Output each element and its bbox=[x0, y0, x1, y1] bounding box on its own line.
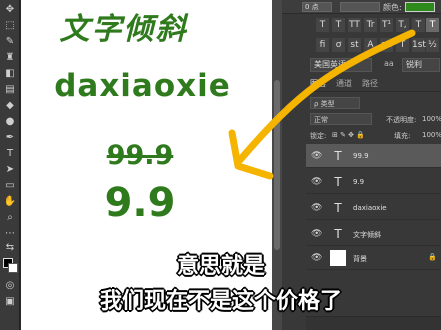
language-select[interactable]: 美国英语 bbox=[310, 58, 372, 72]
all-caps-button[interactable]: TT bbox=[348, 18, 361, 32]
subtitle-line-1: 意思就是 bbox=[176, 254, 265, 279]
font-style-field[interactable] bbox=[340, 2, 380, 12]
canvas-new-price[interactable]: 9.9 bbox=[80, 180, 200, 226]
layer-name: 99.9 bbox=[353, 152, 369, 160]
stamp-tool-icon[interactable]: ♜ bbox=[3, 52, 17, 64]
oldstyle-button[interactable]: ơ bbox=[332, 38, 345, 52]
swash-button[interactable]: st bbox=[348, 38, 361, 52]
font-size-field[interactable]: 0 点 bbox=[302, 2, 332, 12]
hand-tool-icon[interactable]: ✋ bbox=[3, 196, 17, 208]
layer-filter-select[interactable]: ρ 类型 bbox=[310, 97, 360, 109]
layer-filter-label: ρ 类型 bbox=[314, 100, 335, 108]
layer-name: 文字倾斜 bbox=[353, 231, 381, 239]
alternates-button[interactable]: A bbox=[364, 38, 377, 52]
layer-row[interactable]: 👁 T 9.9 bbox=[306, 170, 441, 194]
more-tools-icon[interactable]: ⋯ bbox=[3, 228, 17, 240]
superscript-button[interactable]: T¹ bbox=[380, 18, 393, 32]
fill-label: 填充: bbox=[394, 132, 411, 140]
subtitle-line-2: 我们现在不是这个价格了 bbox=[99, 289, 342, 314]
visibility-eye-icon[interactable]: 👁 bbox=[311, 203, 322, 213]
antialias-select[interactable]: 锐利 bbox=[402, 58, 440, 72]
layer-name: 9.9 bbox=[353, 178, 365, 186]
background-layer-thumb bbox=[330, 250, 346, 266]
tab-channels[interactable]: 通道 bbox=[336, 78, 352, 89]
text-layer-thumb-icon: T bbox=[334, 201, 342, 215]
lock-icons[interactable]: ⊞ ✎ ✥ 🔒 bbox=[332, 131, 365, 139]
tab-layers[interactable]: 图层 bbox=[310, 78, 326, 89]
opacity-label: 不透明度: bbox=[386, 116, 417, 124]
ligature-button[interactable]: fi bbox=[316, 38, 329, 52]
ordinals-button[interactable]: T bbox=[396, 38, 409, 52]
type-tool-icon[interactable]: T bbox=[3, 148, 17, 160]
canvas-scrollbar[interactable] bbox=[274, 80, 280, 250]
layers-panel-tabs: 图层 通道 路径 bbox=[306, 76, 441, 92]
lock-row: 锁定: ⊞ ✎ ✥ 🔒 填充: 100% bbox=[306, 128, 441, 142]
blend-mode-select[interactable]: 正常 bbox=[310, 113, 372, 125]
path-select-tool-icon[interactable]: ➤ bbox=[3, 164, 17, 176]
text-layer-thumb-icon: T bbox=[334, 175, 342, 189]
text-layer-thumb-icon: T bbox=[334, 149, 342, 163]
canvas-old-price[interactable]: 99.9 bbox=[80, 140, 200, 171]
layer-row[interactable]: 👁 T 文字倾斜 bbox=[306, 222, 441, 246]
color-label: 颜色: bbox=[383, 3, 402, 12]
marquee-tool-icon[interactable]: ⬚ bbox=[3, 20, 17, 32]
tools-panel: ✥ ⬚ ✎ ♜ ◧ ▤ ◆ ● ✒ T ➤ ▭ ✋ ⌕ ⋯ ⇆ ◎ ▣ bbox=[0, 0, 20, 330]
opentype-row: fi ơ st A ad T 1st ½ bbox=[306, 38, 441, 52]
fractions-button[interactable]: 1st bbox=[412, 38, 426, 52]
text-layer-thumb-icon: T bbox=[334, 227, 342, 241]
language-row: 美国英语 aa 锐利 bbox=[310, 58, 441, 74]
layer-row[interactable]: 👁 T 99.9 bbox=[306, 144, 441, 168]
text-color-swatch[interactable] bbox=[405, 2, 435, 12]
subscript-button[interactable]: T, bbox=[396, 18, 409, 32]
opacity-value[interactable]: 100% bbox=[422, 115, 441, 123]
layers-list: 👁 T 99.9 👁 T 9.9 👁 T daxiaoxie 👁 T 文字倾斜 … bbox=[306, 144, 441, 272]
visibility-eye-icon[interactable]: 👁 bbox=[311, 229, 322, 239]
dodge-tool-icon[interactable]: ● bbox=[3, 116, 17, 128]
move-tool-icon[interactable]: ✥ bbox=[3, 4, 17, 16]
small-caps-button[interactable]: Tr bbox=[364, 18, 377, 32]
tab-paths[interactable]: 路径 bbox=[362, 78, 378, 89]
eraser-tool-icon[interactable]: ◧ bbox=[3, 68, 17, 80]
lock-icon: 🔒 bbox=[428, 253, 437, 261]
canvas-word-text[interactable]: daxiaoxie bbox=[30, 68, 255, 104]
strikethrough-button[interactable]: T bbox=[426, 18, 439, 32]
zoom-tool-icon[interactable]: ⌕ bbox=[3, 212, 17, 224]
quick-mask-icon[interactable]: ◎ bbox=[3, 280, 17, 292]
canvas-title-text[interactable]: 文字倾斜 bbox=[21, 4, 226, 48]
brush-tool-icon[interactable]: ✎ bbox=[3, 36, 17, 48]
layer-row[interactable]: 👁 背景 🔒 bbox=[306, 246, 441, 270]
pen-tool-icon[interactable]: ✒ bbox=[3, 132, 17, 144]
half-button[interactable]: ½ bbox=[426, 38, 439, 52]
background-color-swatch[interactable] bbox=[8, 263, 18, 273]
shape-tool-icon[interactable]: ▭ bbox=[3, 180, 17, 192]
layer-row[interactable]: 👁 T daxiaoxie bbox=[306, 196, 441, 220]
swap-colors-icon[interactable]: ⇆ bbox=[3, 242, 17, 254]
titling-button[interactable]: ad bbox=[380, 38, 393, 52]
blend-row: 正常 不透明度: 100% bbox=[306, 112, 441, 126]
visibility-eye-icon[interactable]: 👁 bbox=[311, 151, 322, 161]
screen-mode-icon[interactable]: ▣ bbox=[3, 296, 17, 308]
blur-tool-icon[interactable]: ◆ bbox=[3, 100, 17, 112]
lock-label: 锁定: bbox=[310, 132, 327, 140]
layer-filter-row: ρ 类型 bbox=[306, 96, 441, 110]
type-style-row: T T TT Tr T¹ T, T T bbox=[306, 18, 441, 34]
layer-name: daxiaoxie bbox=[353, 204, 387, 212]
fill-value[interactable]: 100% bbox=[422, 131, 441, 139]
faux-italic-button[interactable]: T bbox=[332, 18, 345, 32]
layers-panel-footer bbox=[306, 316, 441, 330]
underline-button[interactable]: T bbox=[412, 18, 425, 32]
gradient-tool-icon[interactable]: ▤ bbox=[3, 84, 17, 96]
antialias-label: aa bbox=[384, 59, 394, 68]
faux-bold-button[interactable]: T bbox=[316, 18, 329, 32]
layer-name: 背景 bbox=[353, 255, 367, 263]
font-size-value: 0 点 bbox=[305, 3, 319, 11]
visibility-eye-icon[interactable]: 👁 bbox=[311, 177, 322, 187]
blend-mode-value: 正常 bbox=[314, 116, 328, 124]
visibility-eye-icon[interactable]: 👁 bbox=[311, 253, 322, 263]
